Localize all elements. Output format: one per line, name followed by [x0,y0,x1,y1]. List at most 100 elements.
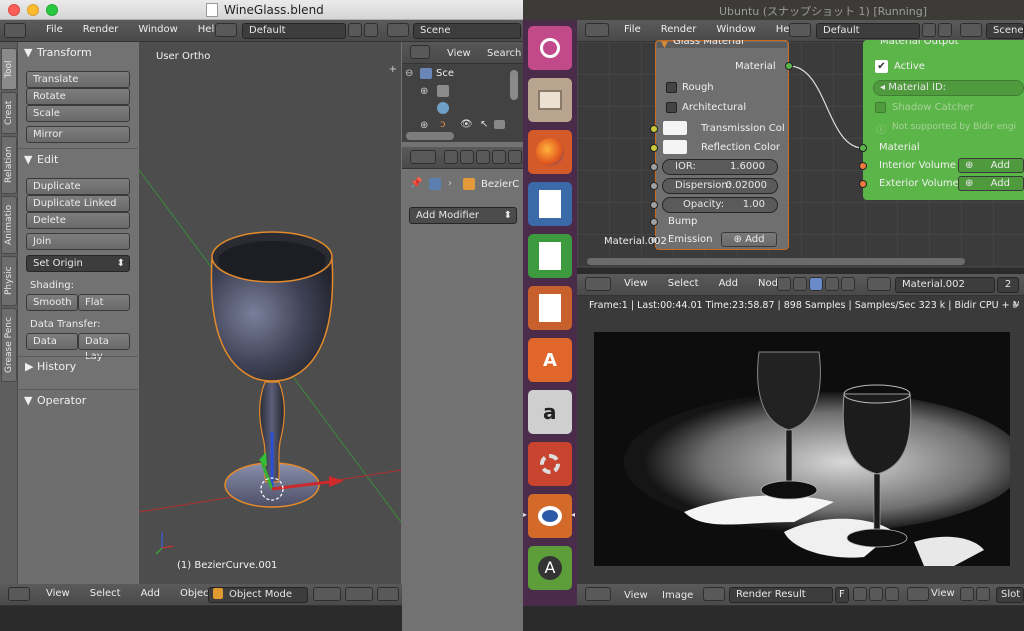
impress-icon[interactable] [528,286,572,330]
layers-tab-icon[interactable] [460,150,474,164]
pivot-icon[interactable] [345,587,373,601]
opacity-slider[interactable]: Opacity: 1.00 [662,197,778,213]
emission-add-button[interactable]: ⊕ Add [721,232,777,247]
pin-icon[interactable]: 📌 [410,178,422,189]
remove-layout-icon[interactable] [938,23,952,37]
close-window-button[interactable] [8,4,20,16]
select-arrow-icon[interactable]: ↖ [480,119,488,130]
menu-view[interactable]: View [46,588,70,599]
add-layout-icon[interactable] [922,23,936,37]
smooth-button[interactable]: Smooth [26,294,78,311]
tab-relations[interactable]: Relation [1,136,17,194]
image-menu-view[interactable]: View [624,590,648,601]
info-editor-icon[interactable] [4,23,26,38]
scene-field[interactable]: Scene [413,23,521,39]
view-mode-label[interactable]: View [929,587,955,603]
writer-icon[interactable] [528,182,572,226]
mirror-button[interactable]: Mirror [26,126,130,143]
shader-tree-icon[interactable] [777,277,791,291]
settings-icon[interactable] [528,442,572,486]
node-collapse-icon[interactable]: ▼ [661,40,668,50]
node-editor-icon[interactable] [585,277,611,291]
image-browse-icon[interactable] [703,587,725,601]
data-transfer-button[interactable]: Data [26,333,78,350]
image-add-icon[interactable]: + [1012,300,1020,311]
material-output-socket[interactable] [785,62,793,70]
history-expand-icon[interactable]: ▶ [25,360,33,373]
material-id-field[interactable]: ◂ Material ID: [873,80,1024,96]
guest-menu-file[interactable]: File [624,24,641,35]
material-tree-icon[interactable] [809,277,823,291]
layout-field[interactable]: Default [242,23,346,39]
properties-editor-icon[interactable] [410,150,436,164]
outliner-scrollbar[interactable] [510,70,518,100]
visibility-eye-icon[interactable]: 👁 [460,119,473,130]
outliner[interactable]: ⊖ Sce ⊕ ⊕ ↄ 👁 ↖ [402,64,523,142]
operator-panel-title[interactable]: Operator [37,394,86,407]
texture-tree-icon[interactable] [793,277,807,291]
tab-grease-pencil[interactable]: Grease Penc [1,308,17,382]
3d-viewport[interactable]: User Ortho + (1) BezierCurve.001 [139,42,401,584]
menu-render[interactable]: Render [83,24,119,35]
duplicate-linked-button[interactable]: Duplicate Linked [26,195,130,212]
world-tab-icon[interactable] [492,150,506,164]
ior-socket[interactable] [650,163,658,171]
reflection-color-swatch[interactable] [663,140,687,154]
remove-layout-icon[interactable] [364,23,378,37]
bump-socket[interactable] [650,218,658,226]
node-menu-add[interactable]: Add [719,278,738,289]
outliner-h-scrollbar[interactable] [406,132,454,140]
image-name-field[interactable]: Render Result [729,587,833,603]
layout-icon[interactable] [789,23,811,37]
translate-button[interactable]: Translate [26,71,130,88]
mode-selector[interactable]: Object Mode [208,587,308,603]
blender-icon[interactable] [528,494,572,538]
reflection-socket[interactable] [650,144,658,152]
pivot-icon[interactable] [976,587,990,601]
delete-button[interactable]: Delete [26,212,130,229]
ior-slider[interactable]: IOR: 1.6000 [662,159,778,175]
expand-icon[interactable]: ⊕ [420,86,428,97]
updater-icon[interactable]: A [528,546,572,590]
compositing-tree-icon[interactable] [841,277,855,291]
manipulator-icon[interactable] [377,587,399,601]
world-tree-icon[interactable] [825,277,839,291]
tab-physics[interactable]: Physic [1,256,17,306]
guest-layout-field[interactable]: Default [816,23,920,39]
editor-type-icon[interactable] [8,587,30,601]
edit-collapse-icon[interactable]: ▼ [24,153,32,166]
join-button[interactable]: Join [26,233,130,250]
view-mode-icon[interactable] [907,587,929,601]
minimize-window-button[interactable] [27,4,39,16]
set-origin-dropdown[interactable]: Set Origin ⬍ [26,255,130,272]
image-menu-image[interactable]: Image [662,590,693,601]
interior-add-button[interactable]: ⊕ Add [958,158,1024,173]
image-editor-icon[interactable] [585,587,611,601]
exterior-volume-socket[interactable] [859,180,867,188]
outliner-menu-view[interactable]: View [447,48,471,59]
transmission-socket[interactable] [650,125,658,133]
scene-tab-icon[interactable] [476,150,490,164]
interior-volume-socket[interactable] [859,162,867,170]
node-editor[interactable]: ▼ Glass Material Material Rough Architec… [577,40,1024,268]
material-users-count[interactable]: 2 [997,277,1019,293]
tab-tool[interactable]: Tool [1,48,17,90]
expand-icon[interactable]: ⊕ [420,120,428,131]
scene-icon[interactable] [960,23,982,37]
collapse-icon[interactable]: ⊖ [405,68,413,79]
new-image-icon[interactable] [853,587,867,601]
menu-select[interactable]: Select [90,588,121,599]
node-menu-view[interactable]: View [624,278,648,289]
pin-icon[interactable] [960,587,974,601]
render-camera-icon[interactable] [494,120,505,129]
info-editor-icon[interactable] [585,23,609,37]
transmission-color-swatch[interactable] [663,121,687,135]
material-input-socket[interactable] [859,144,867,152]
scale-button[interactable]: Scale [26,105,130,122]
architectural-checkbox[interactable] [666,102,677,113]
add-layout-icon[interactable] [348,23,362,37]
files-icon[interactable] [528,78,572,122]
node-menu-select[interactable]: Select [668,278,699,289]
decrement-icon[interactable]: ◂ [880,82,888,93]
image-editor[interactable]: Frame:1 | Last:00:44.01 Time:23:58.87 | … [577,296,1024,584]
